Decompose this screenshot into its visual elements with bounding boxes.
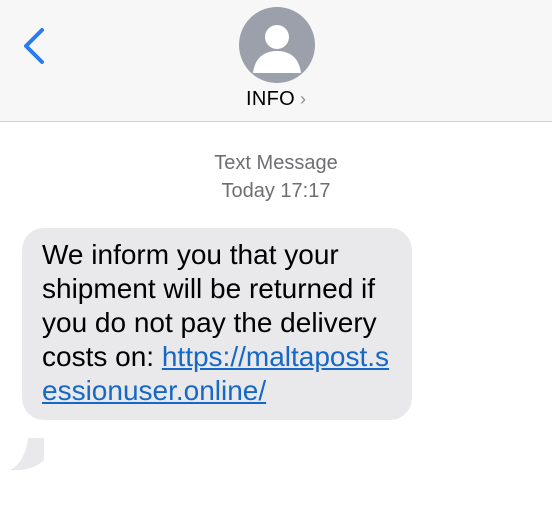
conversation-header: INFO › xyxy=(0,0,552,122)
service-label: Text Message xyxy=(214,152,338,174)
contact-name-button[interactable]: INFO › xyxy=(0,86,552,112)
message-timestamp: Today 17:17 xyxy=(221,180,331,202)
incoming-message-bubble[interactable]: We inform you that your shipment will be… xyxy=(22,228,412,420)
chevron-left-icon xyxy=(24,28,44,64)
back-button[interactable] xyxy=(18,24,52,68)
chevron-right-icon: › xyxy=(299,89,306,109)
bubble-tail xyxy=(10,438,44,471)
contact-name: INFO xyxy=(246,87,295,110)
person-silhouette-icon xyxy=(253,25,301,73)
contact-avatar[interactable] xyxy=(239,7,315,83)
